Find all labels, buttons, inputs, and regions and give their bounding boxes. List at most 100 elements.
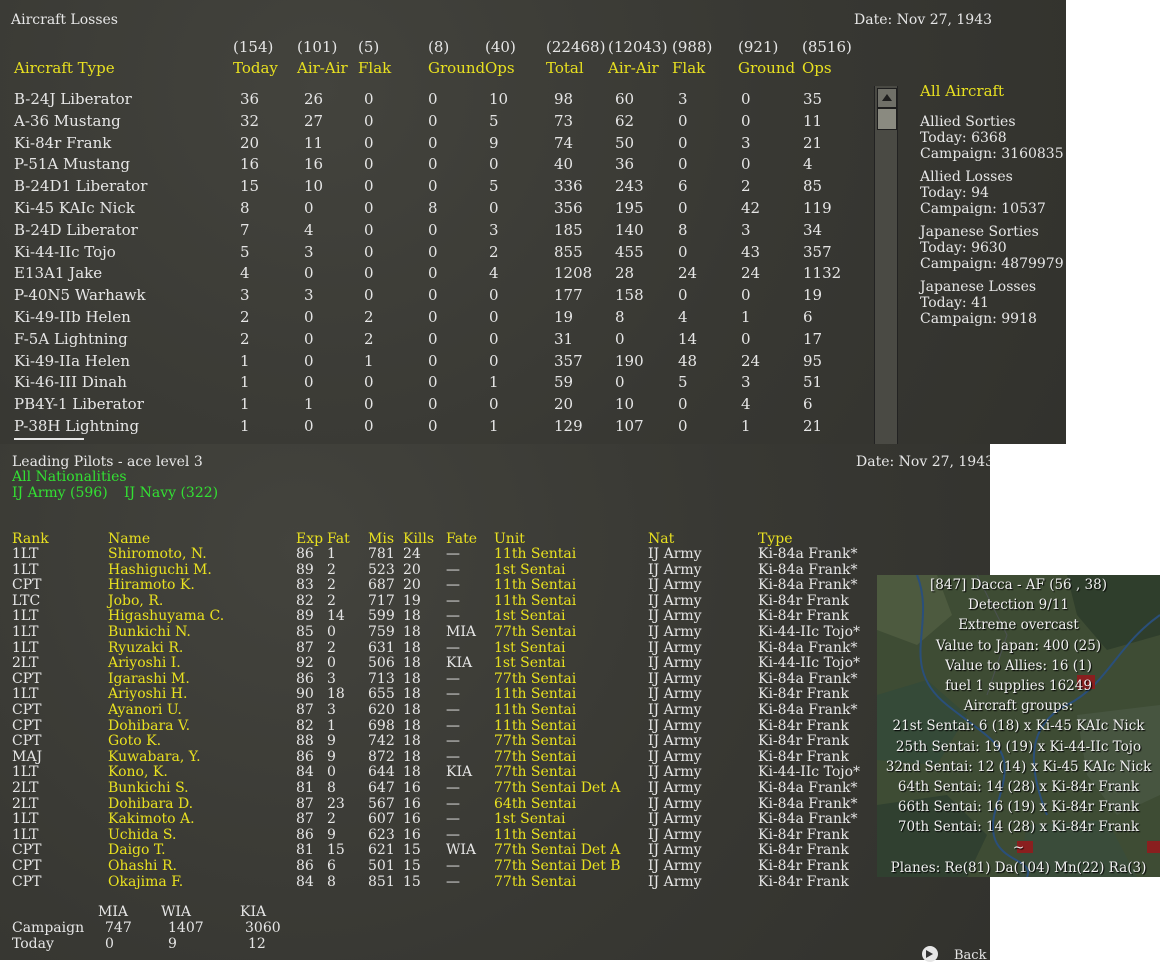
- losses-table-row[interactable]: F-5A Lightning 2 0 2 0 0 31 0 14 0 17: [0, 329, 860, 351]
- losses-cell: 50: [615, 133, 635, 152]
- losses-table-row[interactable]: B-24D Liberator 7 4 0 0 3 185 140 8 3 34: [0, 220, 860, 242]
- pilot-type-cell: Ki-84a Frank*: [758, 670, 858, 687]
- pilot-fat-cell: 2: [327, 639, 336, 656]
- pilot-row[interactable]: 1LT Bunkichi N. 85 0 759 18 MIA 77th Sentai IJ A…: [0, 625, 990, 641]
- losses-scrollbar[interactable]: [874, 86, 898, 444]
- losses-cell: 0: [428, 242, 438, 261]
- filter-all-nationalities[interactable]: All Nationalities: [12, 469, 127, 485]
- pilot-exp-cell: 82: [296, 592, 314, 609]
- summary-heading[interactable]: All Aircraft: [920, 83, 1004, 99]
- losses-column-header[interactable]: Today: [233, 60, 278, 76]
- pilot-row[interactable]: CPT Ohashi R. 86 6 501 15 — 77th Sentai Det B IJ…: [0, 859, 990, 875]
- pilots-column-header[interactable]: Unit: [494, 531, 525, 547]
- pilot-row[interactable]: 1LT Higashuyama C. 89 14 599 18 — 1st Sentai IJ …: [0, 609, 990, 625]
- pilot-nat-cell: IJ Army: [648, 748, 702, 765]
- totals-today-label: Today: [12, 936, 54, 952]
- pilot-row[interactable]: 1LT Hashiguchi M. 89 2 523 20 — 1st Sentai IJ Ar…: [0, 562, 990, 579]
- pilot-row[interactable]: CPT Goto K. 88 9 742 18 — 77th Sentai IJ Army Ki-…: [0, 734, 990, 750]
- losses-table-row[interactable]: Ki-49-IIa Helen 1 0 1 0 0 357 190 48 24 95: [0, 351, 860, 373]
- pilot-row[interactable]: 2LT Bunkichi S. 81 8 647 16 — 77th Sentai Det A…: [0, 781, 990, 797]
- summary-today: Today: 9630: [920, 240, 1007, 256]
- losses-column-header[interactable]: Ops: [485, 60, 515, 76]
- losses-cell: 62: [615, 111, 635, 130]
- losses-table-row[interactable]: B-24J Liberator 36 26 0 0 10 98 60 3 0 35: [0, 89, 860, 111]
- losses-cell: 0: [428, 264, 438, 283]
- pilot-row[interactable]: 1LT Ariyoshi H. 90 18 655 18 — 11th Sentai IJ Ar…: [0, 687, 990, 703]
- losses-table-row[interactable]: A-36 Mustang 32 27 0 0 5 73 62 0 0 11: [0, 111, 860, 133]
- losses-table-row[interactable]: P-51A Mustang 16 16 0 0 0 40 36 0 0 4: [0, 154, 860, 176]
- pilots-column-header[interactable]: Exp: [296, 531, 323, 547]
- pilot-kills-cell: 18: [403, 686, 421, 703]
- pilots-column-header[interactable]: Mis: [368, 531, 394, 547]
- losses-table-row[interactable]: Ki-45 KAIc Nick 8 0 0 8 0 356 195 0 42 119: [0, 198, 860, 220]
- pilot-fat-cell: 8: [327, 780, 336, 796]
- losses-column-header[interactable]: Ops: [802, 60, 832, 76]
- pilot-rank-cell: 1LT: [12, 764, 39, 781]
- losses-table-row[interactable]: P-38H Lightning 1 0 0 0 1 129 107 0 1 21: [0, 416, 860, 438]
- losses-column-header[interactable]: Aircraft Type: [14, 60, 115, 76]
- losses-table-row[interactable]: B-24D1 Liberator 15 10 0 0 5 336 243 6 2 85: [0, 176, 860, 198]
- losses-table-row[interactable]: Ki-44-IIc Tojo 5 3 0 0 2 855 455 0 43 357: [0, 242, 860, 264]
- pilot-exp-cell: 87: [296, 702, 314, 718]
- pilot-fat-cell: 0: [327, 764, 336, 781]
- losses-column-header[interactable]: Air-Air: [608, 60, 659, 76]
- pilot-row[interactable]: CPT Ayanori U. 87 3 620 18 — 11th Sentai IJ Army…: [0, 703, 990, 719]
- losses-column-header[interactable]: Total: [546, 60, 584, 76]
- pilot-row[interactable]: 2LT Dohibara D. 87 23 567 16 — 64th Sentai IJ Ar…: [0, 796, 990, 813]
- losses-column-header[interactable]: Ground: [738, 60, 795, 76]
- losses-table-row[interactable]: E13A1 Jake 4 0 0 0 4 1208 28 24 24 1132: [0, 263, 860, 285]
- pilot-exp-cell: 86: [296, 670, 314, 687]
- pilot-row[interactable]: CPT Daigo T. 81 15 621 15 WIA 77th Sentai Det A…: [0, 843, 990, 859]
- pilot-row[interactable]: 1LT Uchida S. 86 9 623 16 — 11th Sentai IJ Army K…: [0, 827, 990, 844]
- pilots-column-header[interactable]: Nat: [648, 531, 674, 547]
- losses-cell: 3: [489, 220, 499, 239]
- losses-cell: 8: [615, 308, 625, 326]
- losses-table-row[interactable]: Ki-84r Frank 20 11 0 0 9 74 50 0 3 21: [0, 133, 860, 155]
- losses-table-row[interactable]: Ki-46-III Dinah 1 0 0 0 1 59 0 5 3 51: [0, 372, 860, 394]
- losses-cell: 40: [554, 155, 574, 174]
- pilots-column-header[interactable]: Rank: [12, 531, 49, 547]
- losses-cell: 0: [364, 155, 374, 174]
- losses-table-row[interactable]: P-40N5 Warhawk 3 3 0 0 0 177 158 0 0 19: [0, 285, 860, 307]
- back-button[interactable]: Back: [922, 946, 992, 963]
- losses-table-row[interactable]: Ki-49-IIb Helen 2 0 2 0 0 19 8 4 1 6: [0, 307, 860, 329]
- scroll-up-arrow-icon[interactable]: [877, 88, 897, 108]
- losses-column-header[interactable]: Flak: [672, 60, 705, 76]
- pilot-row[interactable]: 1LT Kakimoto A. 87 2 607 16 — 1st Sentai IJ Army…: [0, 812, 990, 828]
- pilots-column-header[interactable]: Type: [758, 531, 793, 547]
- losses-cell: 0: [678, 199, 688, 217]
- losses-header-count: (22468): [546, 38, 606, 56]
- losses-column-header[interactable]: Ground: [428, 60, 485, 76]
- scroll-thumb[interactable]: [877, 108, 897, 130]
- pilot-kills-cell: 18: [403, 608, 421, 625]
- filter-ij-army[interactable]: IJ Army (596): [12, 485, 108, 501]
- pilot-row[interactable]: CPT Hiramoto K. 83 2 687 20 — 11th Sentai IJ Arm…: [0, 578, 990, 594]
- pilot-row[interactable]: 2LT Ariyoshi I. 92 0 506 18 KIA 1st Sentai IJ Ar…: [0, 656, 990, 672]
- pilot-unit-cell: 1st Sentai: [494, 811, 566, 828]
- pilot-row[interactable]: CPT Dohibara V. 82 1 698 18 — 11th Sentai IJ Arm…: [0, 718, 990, 735]
- losses-cell: 0: [489, 155, 499, 174]
- losses-table-row[interactable]: PB4Y-1 Liberator 1 1 0 0 0 20 10 0 4 6: [0, 394, 860, 416]
- pilots-column-header[interactable]: Name: [108, 531, 150, 547]
- filter-ij-navy[interactable]: IJ Navy (322): [124, 485, 218, 501]
- pilot-row[interactable]: LTC Jobo, R. 82 2 717 19 — 11th Sentai IJ Army Ki…: [0, 592, 990, 610]
- base-info-line: Planes: Re(81) Da(104) Mn(22) Ra(3): [890, 859, 1147, 876]
- losses-cell: 8: [678, 220, 688, 239]
- losses-column-header[interactable]: Flak: [358, 60, 391, 76]
- pilot-row[interactable]: 1LT Kono, K. 84 0 644 18 KIA 77th Sentai IJ Army…: [0, 765, 990, 781]
- pilot-row[interactable]: 1LT Ryuzaki R. 87 2 631 18 — 1st Sentai IJ Army K…: [0, 639, 990, 657]
- pilot-row[interactable]: CPT Igarashi M. 86 3 713 18 — 77th Sentai IJ Arm…: [0, 670, 990, 688]
- losses-cell: 0: [364, 111, 374, 130]
- pilots-column-header[interactable]: Fate: [446, 531, 477, 547]
- pilot-exp-cell: 87: [296, 811, 314, 828]
- pilot-row[interactable]: CPT Okajima F. 84 8 851 15 — 77th Sentai IJ Army…: [0, 873, 990, 891]
- losses-cell: 0: [428, 90, 438, 108]
- pilot-row[interactable]: MAJ Kuwabara, Y. 86 9 872 18 — 77th Sentai IJ Ar…: [0, 748, 990, 766]
- pilots-column-header[interactable]: Kills: [403, 531, 434, 547]
- pilot-row[interactable]: 1LT Shiromoto, N. 86 1 781 24 — 11th Sentai IJ A…: [0, 547, 990, 563]
- pilot-kills-cell: 16: [403, 780, 421, 796]
- losses-column-header[interactable]: Air-Air: [297, 60, 348, 76]
- pilot-mis-cell: 851: [368, 873, 395, 890]
- pilots-column-header[interactable]: Fat: [327, 531, 350, 547]
- losses-cell: 10: [304, 177, 324, 196]
